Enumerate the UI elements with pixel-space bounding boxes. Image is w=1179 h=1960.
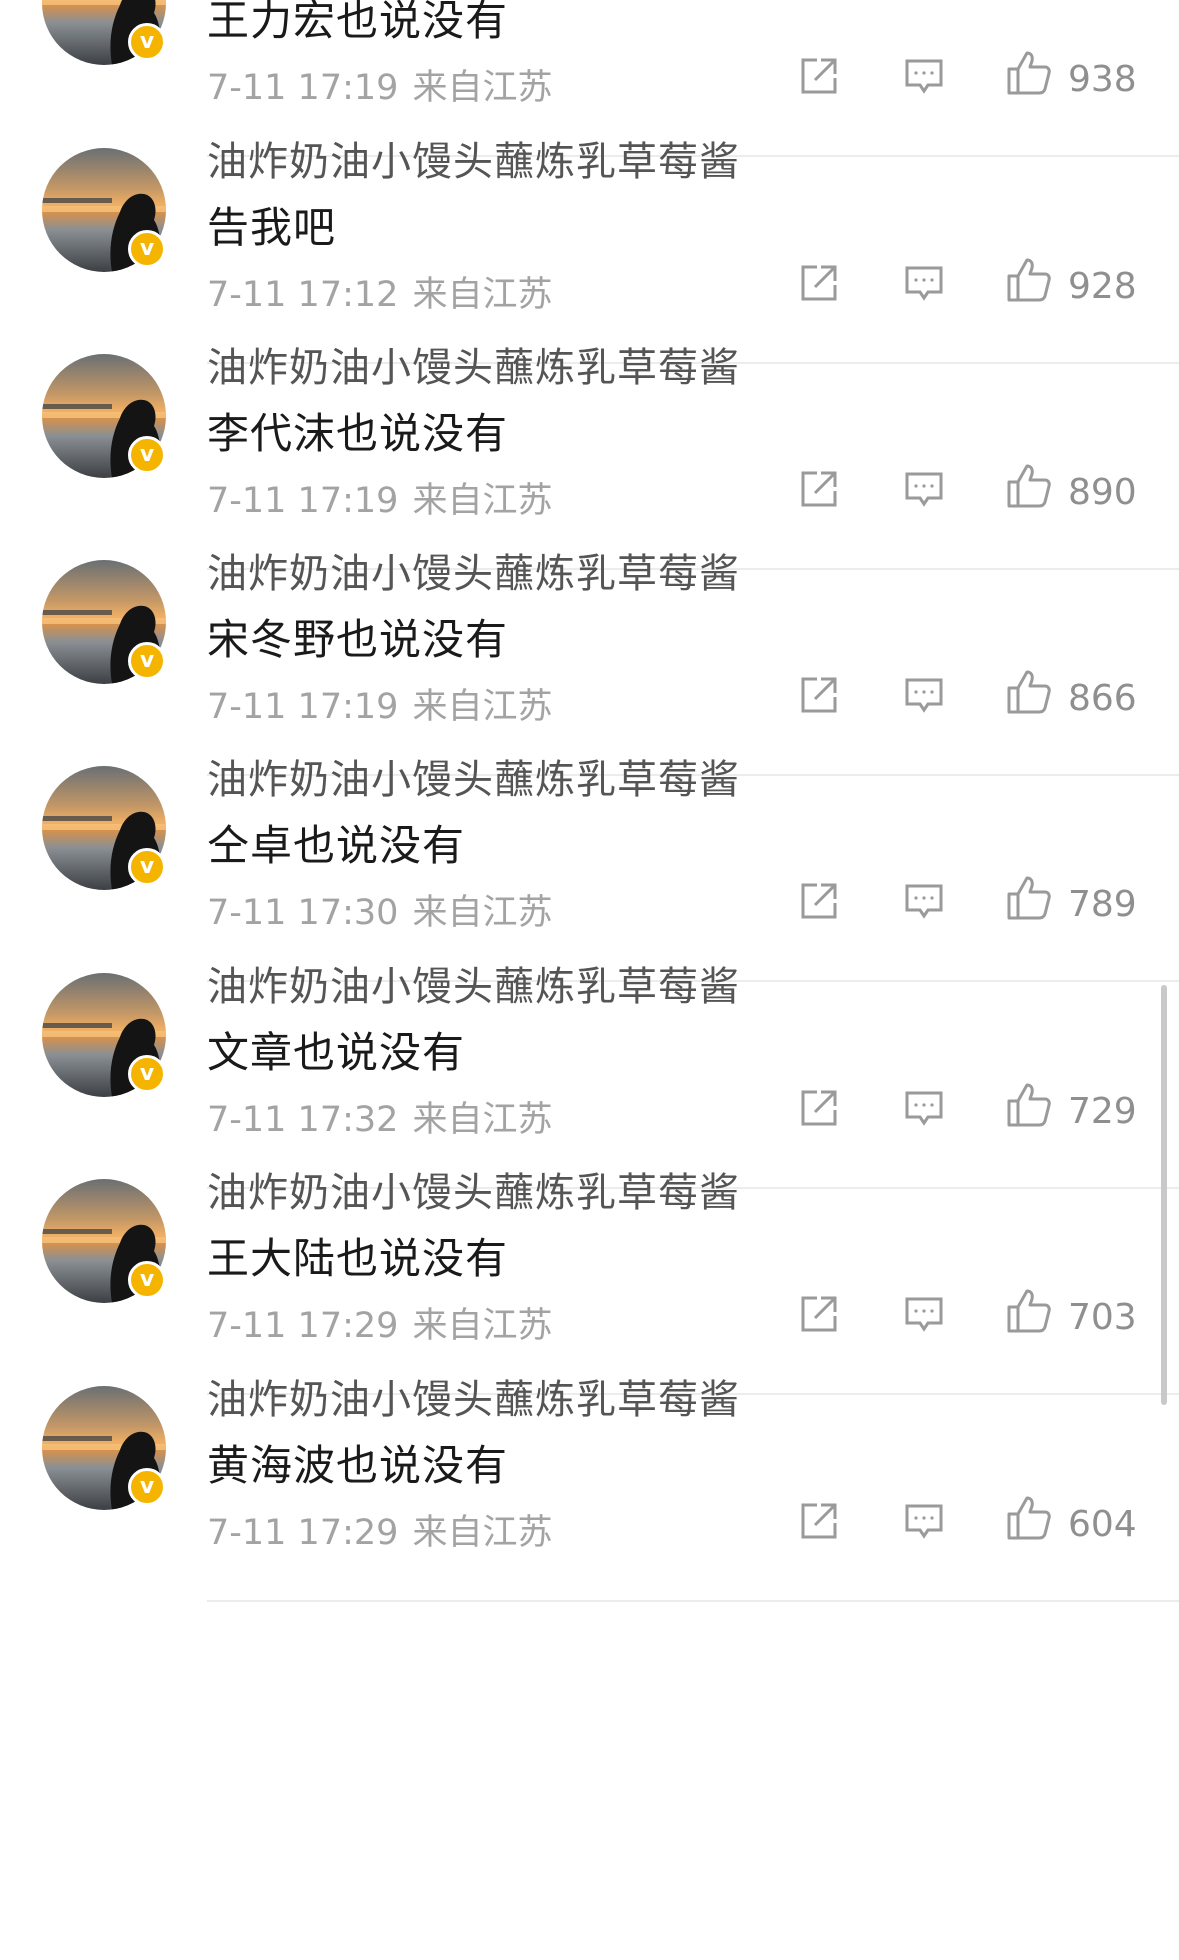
comment-location: 来自江苏 [412, 687, 553, 727]
comment-icon[interactable] [902, 467, 946, 511]
verified-badge-icon: v [128, 1468, 166, 1506]
comment-location: 来自江苏 [412, 1100, 553, 1140]
comment-text: 王力宏也说没有 [207, 0, 509, 45]
comment-icon[interactable] [902, 1499, 946, 1543]
avatar[interactable]: v [42, 560, 166, 684]
share-icon[interactable] [797, 1292, 841, 1336]
avatar[interactable]: v [42, 1386, 166, 1510]
thumbs-up-icon[interactable] [1005, 1287, 1053, 1335]
thumbs-up-icon[interactable] [1005, 668, 1053, 716]
share-icon[interactable] [797, 1499, 841, 1543]
comment-username[interactable]: 油炸奶油小馒头蘸炼乳草莓酱 [207, 1367, 740, 1425]
verified-badge-icon: v [128, 1261, 166, 1299]
comment-time: 7-11 17:32 [207, 1100, 399, 1140]
comment-meta: 7-11 17:19 来自江苏 [207, 678, 552, 729]
comment-meta: 7-11 17:19 来自江苏 [207, 59, 552, 110]
comment-location: 来自江苏 [412, 1513, 553, 1553]
comment-time: 7-11 17:29 [207, 1306, 399, 1346]
comment-meta: 7-11 17:30 来自江苏 [207, 884, 552, 935]
comment-username[interactable]: 油炸奶油小馒头蘸炼乳草莓酱 [207, 129, 740, 187]
comment-location: 来自江苏 [412, 1306, 553, 1346]
comment-icon[interactable] [902, 673, 946, 717]
comment-list: v 王力宏也说没有 7-11 17:19 来自江苏 938 v 油炸奶油小馒头蘸炼乳草莓酱告… [0, 0, 1179, 1960]
comment-time: 7-11 17:19 [207, 481, 399, 521]
verified-badge-icon: v [128, 230, 166, 268]
like-count: 928 [1068, 266, 1137, 307]
share-icon[interactable] [797, 467, 841, 511]
thumbs-up-icon[interactable] [1005, 49, 1053, 97]
share-icon[interactable] [797, 879, 841, 923]
comment-text: 仝卓也说没有 [207, 821, 466, 870]
share-icon[interactable] [797, 54, 841, 98]
avatar[interactable]: v [42, 973, 166, 1097]
comment-time: 7-11 17:19 [207, 68, 399, 108]
comment-time: 7-11 17:30 [207, 893, 399, 933]
comment-icon[interactable] [902, 1292, 946, 1336]
comment-username[interactable]: 油炸奶油小馒头蘸炼乳草莓酱 [207, 335, 740, 393]
comment-item[interactable]: v 油炸奶油小馒头蘸炼乳草莓酱黄海波也说没有 7-11 17:29 来自江苏 604 [0, 1344, 1179, 1602]
comment-meta: 7-11 17:19 来自江苏 [207, 472, 552, 523]
like-count: 866 [1068, 678, 1137, 719]
comment-username[interactable]: 油炸奶油小馒头蘸炼乳草莓酱 [207, 1160, 740, 1218]
comment-text: 李代沫也说没有 [207, 409, 509, 458]
comment-time: 7-11 17:12 [207, 275, 399, 315]
share-icon[interactable] [797, 261, 841, 305]
avatar[interactable]: v [42, 148, 166, 272]
comment-icon[interactable] [902, 54, 946, 98]
thumbs-up-icon[interactable] [1005, 256, 1053, 304]
comment-meta: 7-11 17:29 来自江苏 [207, 1504, 552, 1555]
comment-icon[interactable] [902, 1086, 946, 1130]
comment-location: 来自江苏 [412, 893, 553, 933]
comment-username[interactable]: 油炸奶油小馒头蘸炼乳草莓酱 [207, 541, 740, 599]
thumbs-up-icon[interactable] [1005, 462, 1053, 510]
verified-badge-icon: v [128, 436, 166, 474]
like-count: 703 [1068, 1297, 1137, 1338]
comment-meta: 7-11 17:29 来自江苏 [207, 1297, 552, 1348]
comment-time: 7-11 17:19 [207, 687, 399, 727]
comment-time: 7-11 17:29 [207, 1513, 399, 1553]
avatar[interactable]: v [42, 354, 166, 478]
comment-location: 来自江苏 [412, 68, 553, 108]
comment-text: 告我吧 [207, 203, 337, 252]
comment-location: 来自江苏 [412, 275, 553, 315]
thumbs-up-icon[interactable] [1005, 1081, 1053, 1129]
comment-icon[interactable] [902, 261, 946, 305]
thumbs-up-icon[interactable] [1005, 1494, 1053, 1542]
verified-badge-icon: v [128, 23, 166, 61]
avatar[interactable]: v [42, 1179, 166, 1303]
comment-meta: 7-11 17:12 来自江苏 [207, 266, 552, 317]
share-icon[interactable] [797, 673, 841, 717]
scrollbar[interactable] [1161, 985, 1167, 1405]
like-count: 729 [1068, 1091, 1137, 1132]
thumbs-up-icon[interactable] [1005, 874, 1053, 922]
like-count: 938 [1068, 59, 1137, 100]
comment-text: 黄海波也说没有 [207, 1441, 509, 1490]
comment-location: 来自江苏 [412, 481, 553, 521]
comment-icon[interactable] [902, 879, 946, 923]
avatar[interactable]: v [42, 766, 166, 890]
comment-text: 王大陆也说没有 [207, 1234, 509, 1283]
divider [207, 1600, 1179, 1602]
verified-badge-icon: v [128, 1055, 166, 1093]
like-count: 604 [1068, 1504, 1137, 1545]
verified-badge-icon: v [128, 642, 166, 680]
like-count: 890 [1068, 472, 1137, 513]
comment-text: 宋冬野也说没有 [207, 615, 509, 664]
comment-username[interactable]: 油炸奶油小馒头蘸炼乳草莓酱 [207, 954, 740, 1012]
comment-meta: 7-11 17:32 来自江苏 [207, 1091, 552, 1142]
like-count: 789 [1068, 884, 1137, 925]
avatar[interactable]: v [42, 0, 166, 65]
comment-text: 文章也说没有 [207, 1028, 466, 1077]
share-icon[interactable] [797, 1086, 841, 1130]
verified-badge-icon: v [128, 848, 166, 886]
comment-username[interactable]: 油炸奶油小馒头蘸炼乳草莓酱 [207, 747, 740, 805]
